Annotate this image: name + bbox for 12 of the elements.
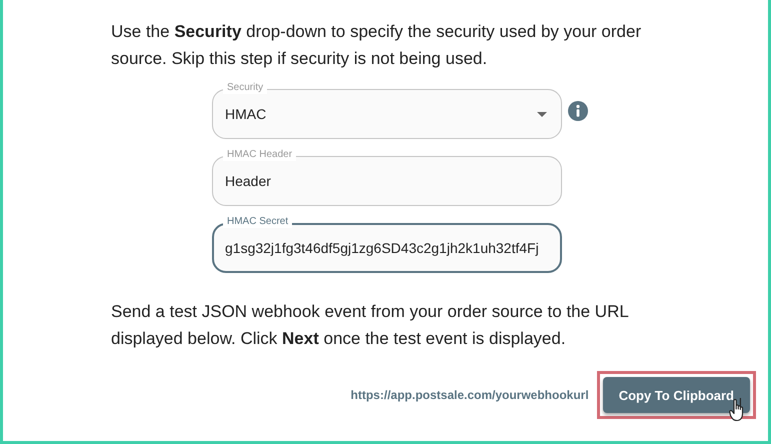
field-label: HMAC Secret <box>223 216 292 228</box>
field-value: Header <box>225 173 272 189</box>
field-value: g1sg32j1fg3t46df5gj1zg6SD43c2g1jh2k1uh32tf4Fj <box>225 240 540 256</box>
field-label: Security <box>223 82 268 94</box>
field-value: HMAC <box>225 106 268 122</box>
instruction-text: Send a test JSON webhook event from your order source to the URL displayed below. Click Next once the test event is displayed. <box>111 301 630 350</box>
instruction-text: Use the Security drop-down to specify the security used by your order source. Skip this step if security is not being used. <box>111 21 642 70</box>
info-icon[interactable] <box>568 101 588 121</box>
field-label: HMAC Header <box>223 149 296 161</box>
caret-icon <box>537 112 547 116</box>
webhook-url-link[interactable]: https://app.postsale.com/yourwebhookurl <box>350 388 589 402</box>
copy-button[interactable]: Copy To Clipboard <box>602 377 750 413</box>
